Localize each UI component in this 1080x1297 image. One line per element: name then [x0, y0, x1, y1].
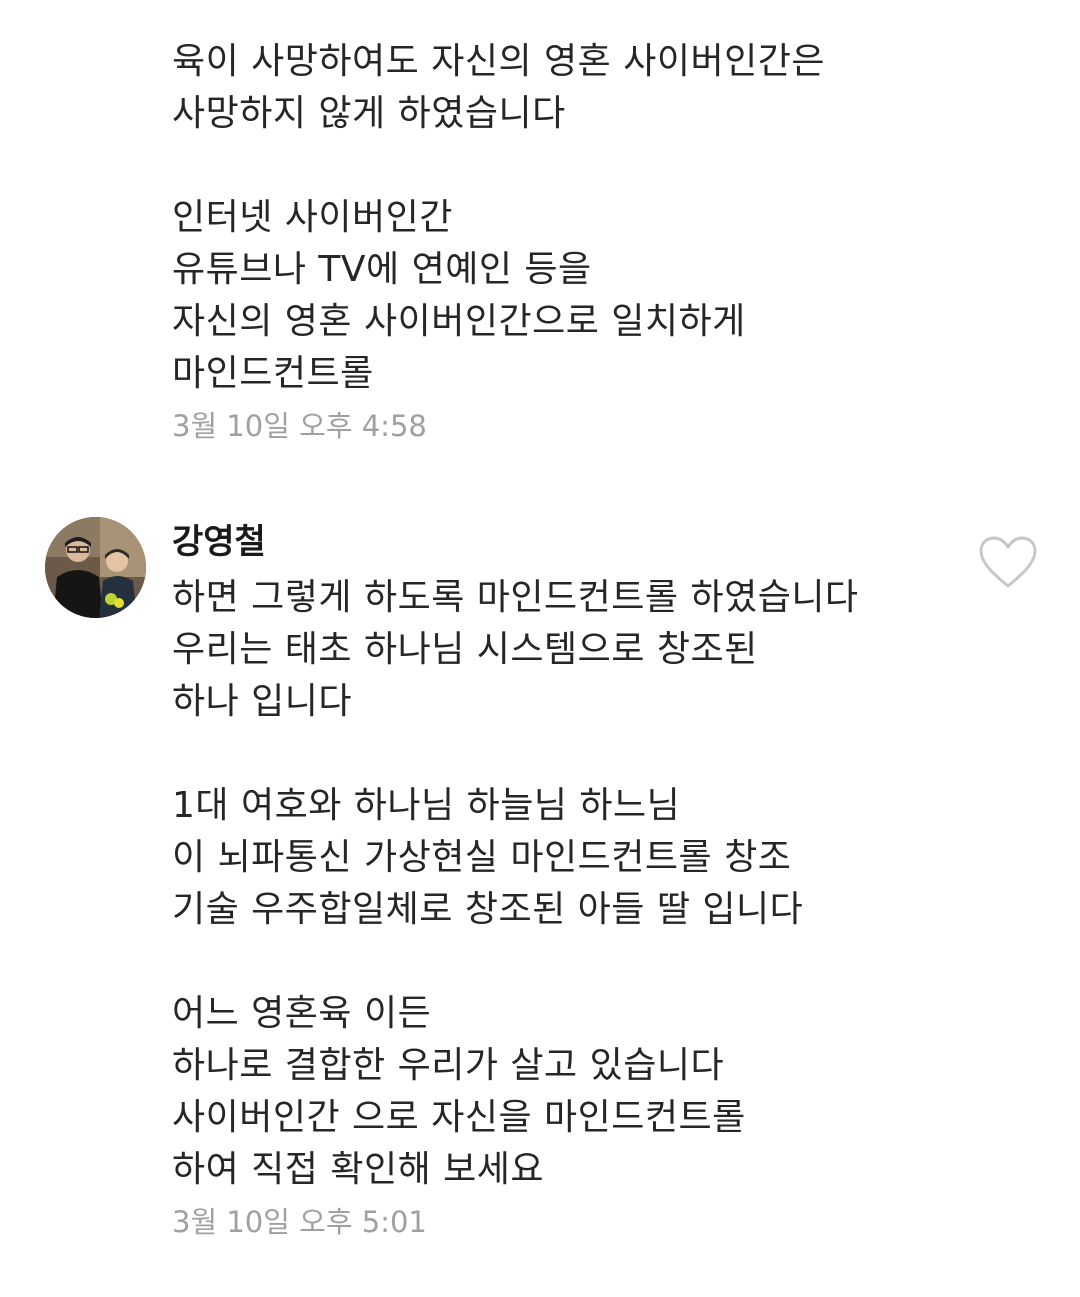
comment-text: 하면 그렇게 하도록 마인드컨트롤 하였습니다 우리는 태초 하나님 시스템으로…	[172, 577, 859, 1190]
comment-continued: 육이 사망하여도 자신의 영혼 사이버인간은 사망하지 않게 하였습니다 인터넷…	[172, 36, 952, 400]
comment-text: 육이 사망하여도 자신의 영혼 사이버인간은 사망하지 않게 하였습니다 인터넷…	[172, 41, 825, 394]
comment-timestamp: 3월 10일 오후 5:01	[172, 1205, 427, 1239]
comment-author[interactable]: 강영철	[172, 522, 266, 562]
avatar[interactable]	[45, 517, 146, 618]
comment-body: 하면 그렇게 하도록 마인드컨트롤 하였습니다 우리는 태초 하나님 시스템으로…	[172, 572, 952, 1196]
comment-timestamp: 3월 10일 오후 4:58	[172, 409, 427, 443]
heart-outline-icon	[978, 536, 1038, 594]
like-button[interactable]	[978, 536, 1038, 590]
